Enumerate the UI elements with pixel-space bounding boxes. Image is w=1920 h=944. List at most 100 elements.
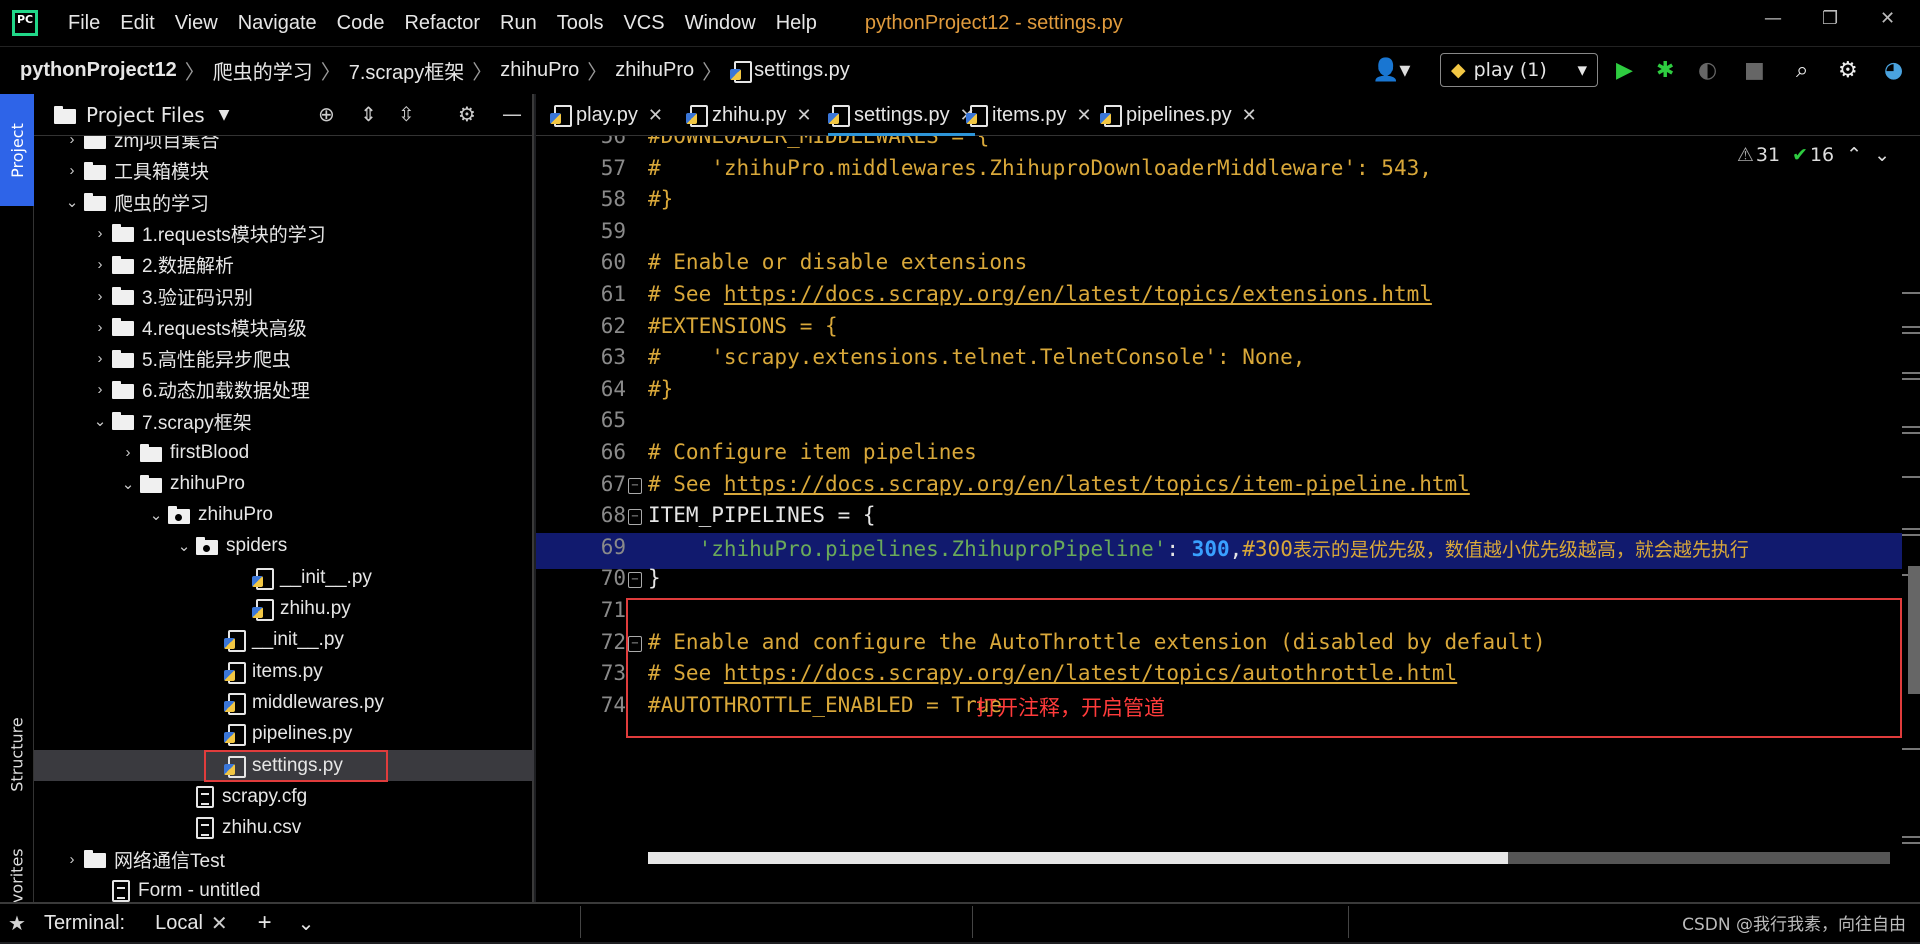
close-icon[interactable]: ✕	[648, 105, 663, 126]
close-window-icon[interactable]: ✕	[1880, 8, 1895, 29]
stop-icon[interactable]: ■	[1744, 58, 1765, 83]
chevron-right-icon[interactable]: ›	[88, 256, 112, 273]
close-icon[interactable]: ✕	[1242, 105, 1257, 126]
tab-play[interactable]: play.py ✕	[550, 94, 663, 136]
code-line[interactable]: ITEM_PIPELINES = {	[648, 503, 876, 527]
coverage-icon[interactable]: ◐	[1698, 58, 1717, 83]
tree-file-item[interactable]: __init__.py	[34, 625, 534, 656]
user-icon[interactable]: 👤▾	[1372, 58, 1410, 83]
tree-file-item[interactable]: pipelines.py	[34, 719, 534, 750]
tab-zhihu[interactable]: zhihu.py ✕	[686, 94, 812, 136]
chevron-right-icon[interactable]: ›	[88, 350, 112, 367]
run-icon[interactable]: ▶	[1616, 58, 1633, 83]
code-line[interactable]: 'zhihuPro.pipelines.ZhihuproPipeline': 3…	[648, 535, 1749, 562]
tree-folder-item[interactable]: › 5.高性能异步爬虫	[34, 343, 534, 374]
menu-tools[interactable]: Tools	[557, 12, 604, 35]
menu-refactor[interactable]: Refactor	[404, 12, 480, 35]
hide-icon[interactable]: —	[502, 102, 522, 126]
locate-icon[interactable]: ⊕	[318, 102, 335, 126]
code-line[interactable]: # Configure item pipelines	[648, 440, 977, 464]
tree-folder-item[interactable]: › 工具箱模块	[34, 155, 534, 186]
menu-file[interactable]: File	[68, 12, 100, 35]
fold-icon[interactable]: −	[628, 477, 642, 494]
code-line[interactable]: # 'scrapy.extensions.telnet.TelnetConsol…	[648, 345, 1305, 369]
code-line[interactable]: #}	[648, 187, 673, 211]
error-stripe[interactable]	[1900, 136, 1920, 902]
chevron-up-icon[interactable]: ⌃	[1846, 144, 1862, 166]
tree-folder-item[interactable]: ⌄ 爬虫的学习	[34, 187, 534, 218]
restore-icon[interactable]: ❐	[1822, 8, 1838, 29]
star-icon[interactable]: ★	[8, 911, 26, 935]
tree-file-item[interactable]: items.py	[34, 656, 534, 687]
chevron-down-icon[interactable]: ⌄	[116, 475, 140, 493]
run-config-select[interactable]: ◆ play (1) ▾	[1440, 53, 1598, 87]
chevron-down-icon[interactable]: ▼	[219, 107, 230, 123]
gear-icon[interactable]: ⚙	[1838, 58, 1858, 83]
tree-folder-item[interactable]: › 1.requests模块的学习	[34, 218, 534, 249]
add-terminal-icon[interactable]: +	[258, 909, 272, 937]
code-line[interactable]: #}	[648, 377, 673, 401]
chevron-right-icon[interactable]: ›	[88, 225, 112, 242]
tree-file-item[interactable]: zhihu.csv	[34, 813, 534, 844]
breadcrumb-folder[interactable]: 爬虫的学习	[213, 56, 313, 85]
tab-items[interactable]: items.py ✕	[966, 94, 1092, 136]
code-line[interactable]: #EXTENSIONS = {	[648, 314, 838, 338]
search-icon[interactable]: ⌕	[1796, 58, 1808, 83]
breadcrumb-project[interactable]: pythonProject12	[20, 59, 177, 82]
inspection-widget[interactable]: ⚠ 31 ✔ 16 ⌃ ⌄	[1737, 144, 1890, 166]
code-line[interactable]: # See https://docs.scrapy.org/en/latest/…	[648, 472, 1470, 496]
menu-help[interactable]: Help	[776, 12, 817, 35]
menu-window[interactable]: Window	[685, 12, 756, 35]
menu-navigate[interactable]: Navigate	[238, 12, 317, 35]
chevron-down-icon[interactable]: ⌄	[1874, 144, 1890, 166]
scrollbar-thumb[interactable]	[1508, 852, 1890, 864]
chevron-down-icon[interactable]: ⌄	[60, 193, 84, 211]
tree-folder-item[interactable]: › 3.验证码识别	[34, 281, 534, 312]
chevron-right-icon[interactable]: ›	[60, 162, 84, 179]
breadcrumb-folder[interactable]: zhihuPro	[500, 59, 579, 82]
breadcrumb-file[interactable]: settings.py	[754, 59, 850, 82]
project-view-select[interactable]: Project Files	[86, 103, 205, 127]
plugin-icon[interactable]: ◕	[1884, 58, 1903, 83]
chevron-right-icon[interactable]: ›	[88, 288, 112, 305]
menu-code[interactable]: Code	[337, 12, 385, 35]
chevron-down-icon[interactable]: ⌄	[88, 412, 112, 430]
gear-icon[interactable]: ⚙	[458, 102, 476, 126]
collapse-all-icon[interactable]: ⇳	[398, 102, 415, 126]
chevron-right-icon[interactable]: ›	[60, 851, 84, 868]
chevron-right-icon[interactable]: ›	[88, 381, 112, 398]
tree-folder-item[interactable]: ⌄ 7.scrapy框架	[34, 406, 534, 437]
debug-icon[interactable]: ✱	[1656, 58, 1674, 83]
horizontal-scrollbar[interactable]	[648, 852, 1890, 864]
breadcrumb-folder[interactable]: zhihuPro	[615, 59, 694, 82]
code-line[interactable]: }	[648, 566, 661, 590]
fold-icon[interactable]: −	[628, 509, 642, 526]
code-line[interactable]: #DOWNLOADER_MIDDLEWARES = {	[648, 136, 989, 148]
breadcrumb-folder[interactable]: 7.scrapy框架	[349, 56, 465, 85]
tree-folder-item[interactable]: ⌄ zhihuPro	[34, 500, 534, 531]
code-editor[interactable]: 56 #DOWNLOADER_MIDDLEWARES = {57 # 'zhihuP…	[536, 136, 1920, 902]
tree-file-item[interactable]: scrapy.cfg	[34, 781, 534, 812]
tree-file-item[interactable]: Form - untitled	[34, 875, 534, 902]
chevron-down-icon[interactable]: ⌄	[172, 537, 196, 555]
close-icon[interactable]: ✕	[211, 911, 228, 936]
tree-folder-item[interactable]: ⌄ spiders	[34, 531, 534, 562]
chevron-right-icon[interactable]: ›	[60, 136, 84, 148]
chevron-right-icon[interactable]: ›	[116, 444, 140, 461]
terminal-tab-local[interactable]: Local	[155, 912, 203, 935]
tree-folder-item[interactable]: ⌄ zhihuPro	[34, 468, 534, 499]
close-icon[interactable]: ✕	[1076, 105, 1091, 126]
tree-file-item[interactable]: __init__.py	[34, 562, 534, 593]
project-tool-tab[interactable]: Project	[0, 94, 34, 206]
tree-folder-item[interactable]: › firstBlood	[34, 437, 534, 468]
tree-folder-item[interactable]: › 4.requests模块高级	[34, 312, 534, 343]
tree-file-item[interactable]: zhihu.py	[34, 594, 534, 625]
code-line[interactable]: # Enable or disable extensions	[648, 250, 1027, 274]
tree-folder-item[interactable]: › 6.动态加载数据处理	[34, 374, 534, 405]
structure-tool-tab[interactable]: Structure	[0, 694, 34, 814]
menu-vcs[interactable]: VCS	[623, 12, 664, 35]
tree-folder-item[interactable]: › 2.数据解析	[34, 249, 534, 280]
close-icon[interactable]: ✕	[797, 105, 812, 126]
menu-edit[interactable]: Edit	[120, 12, 154, 35]
code-line[interactable]: # 'zhihuPro.middlewares.ZhihuproDownload…	[648, 156, 1432, 180]
